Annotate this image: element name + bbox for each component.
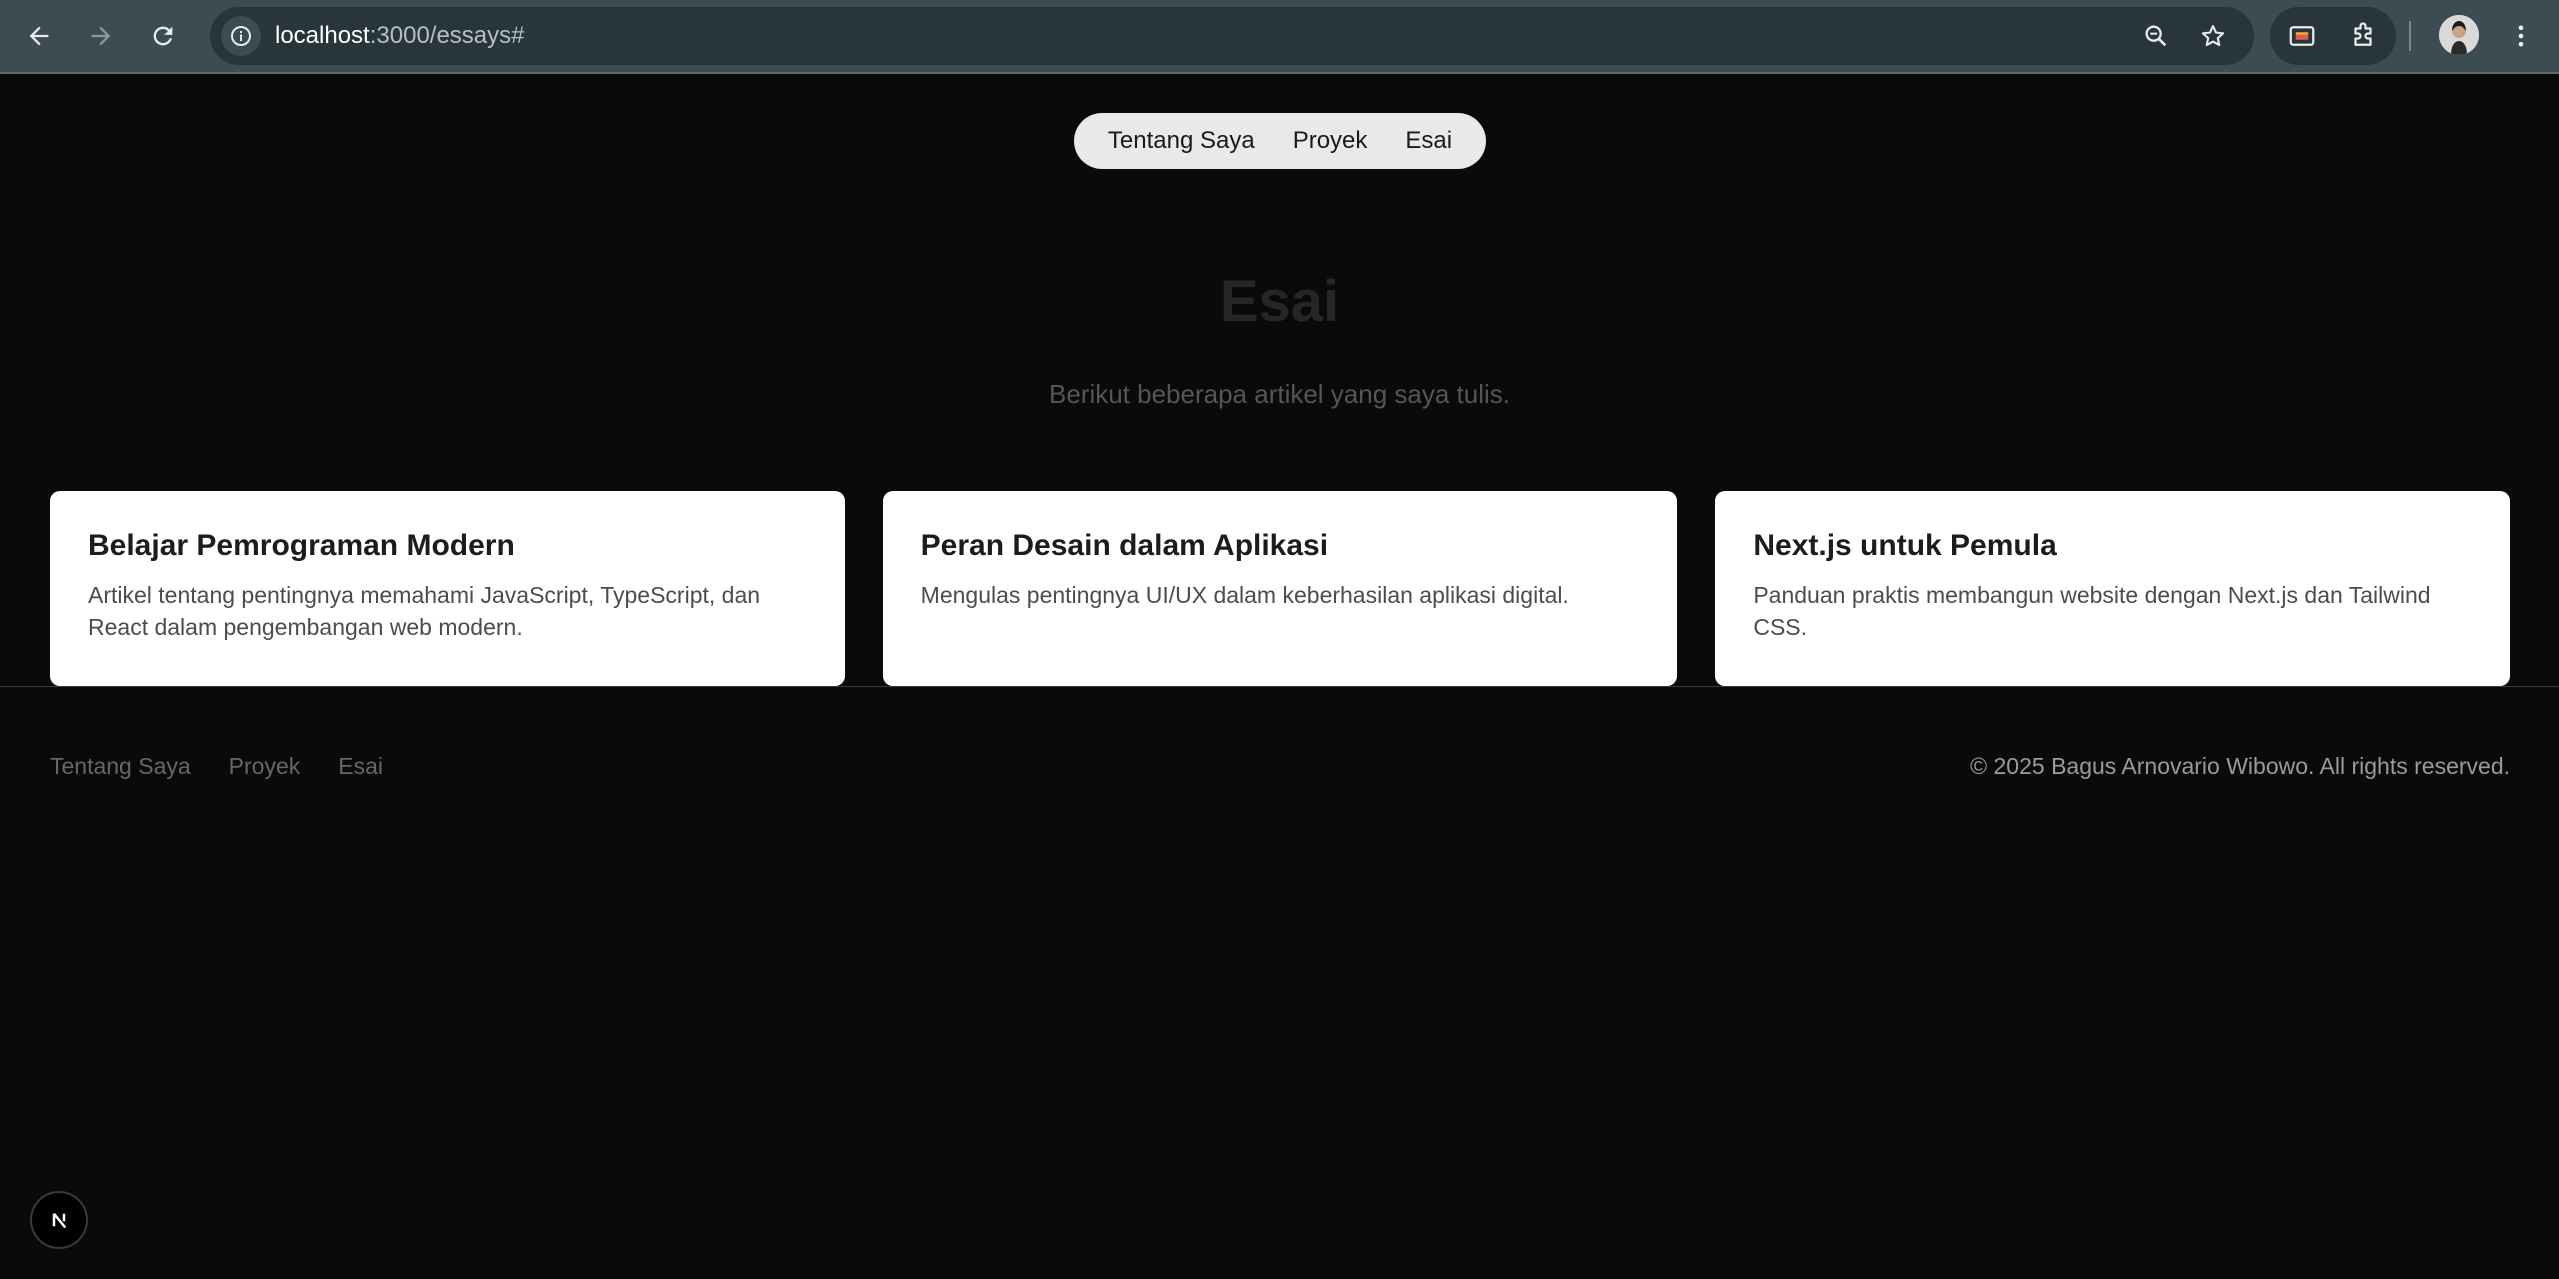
zoom-icon — [2145, 25, 2167, 47]
url-text: localhost:3000/essays# — [275, 7, 525, 65]
page-subtitle: Berikut beberapa artikel yang saya tulis… — [1048, 379, 1511, 409]
essay-card[interactable]: Next.js untuk Pemula Panduan praktis mem… — [1715, 491, 2511, 686]
reload-icon — [153, 26, 173, 46]
profile-avatar[interactable] — [2439, 15, 2479, 55]
nav-link-essays[interactable]: Esai — [1405, 127, 1452, 155]
nav-link-projects[interactable]: Proyek — [1293, 127, 1368, 155]
essay-card[interactable]: Belajar Pemrograman Modern Artikel tenta… — [50, 491, 845, 686]
toolbar-divider — [2409, 21, 2411, 51]
forward-button[interactable] — [79, 14, 123, 58]
kebab-menu-icon — [2518, 25, 2524, 47]
arrow-right-icon — [91, 26, 111, 46]
extension-cast-button[interactable] — [2285, 19, 2319, 53]
puzzle-icon — [2354, 22, 2372, 46]
extensions-button[interactable] — [2346, 19, 2380, 53]
essay-description: Artikel tentang pentingnya memahami Java… — [88, 582, 761, 640]
main-nav: Tentang Saya Proyek Esai — [1074, 113, 1486, 169]
back-button[interactable] — [17, 14, 61, 58]
nextjs-dev-badge[interactable] — [30, 1191, 88, 1249]
address-bar[interactable]: localhost:3000/essays# — [210, 7, 2254, 65]
footer-divider — [0, 686, 2559, 687]
zoom-button[interactable] — [2139, 19, 2173, 53]
url-path: :3000/essays# — [369, 22, 525, 49]
footer-nav: Tentang Saya Proyek Esai — [50, 750, 383, 782]
essay-list: Belajar Pemrograman Modern Artikel tenta… — [50, 491, 2511, 686]
copyright-text: © 2025 Bagus Arnovario Wibowo. All right… — [1970, 753, 2510, 779]
info-icon — [231, 26, 251, 46]
essay-description: Panduan praktis membangun website dengan… — [1753, 582, 2431, 640]
bookmark-button[interactable] — [2196, 19, 2230, 53]
cast-icon — [2289, 26, 2315, 46]
browser-menu-button[interactable] — [2503, 14, 2539, 58]
nextjs-logo-icon — [45, 1206, 73, 1234]
page-title: Esai — [1219, 269, 1340, 334]
arrow-left-icon — [29, 26, 49, 46]
nav-link-about[interactable]: Tentang Saya — [1108, 127, 1255, 155]
footer-link-projects[interactable]: Proyek — [229, 753, 301, 780]
star-icon — [2201, 25, 2225, 47]
site-info-button[interactable] — [221, 16, 261, 56]
essay-title: Next.js untuk Pemula — [1753, 529, 2057, 562]
footer-link-about[interactable]: Tentang Saya — [50, 753, 191, 780]
reload-button[interactable] — [141, 14, 185, 58]
essay-card[interactable]: Peran Desain dalam Aplikasi Mengulas pen… — [882, 491, 1678, 686]
footer-link-essays[interactable]: Esai — [338, 753, 383, 780]
url-host: localhost — [275, 22, 370, 49]
browser-toolbar: localhost:3000/essays# — [0, 0, 2559, 74]
profile-photo-icon — [2439, 15, 2479, 55]
extensions-group — [2270, 7, 2396, 65]
essay-title: Belajar Pemrograman Modern — [88, 529, 515, 562]
essay-description: Mengulas pentingnya UI/UX dalam keberhas… — [920, 582, 1569, 608]
essay-title: Peran Desain dalam Aplikasi — [920, 529, 1329, 562]
